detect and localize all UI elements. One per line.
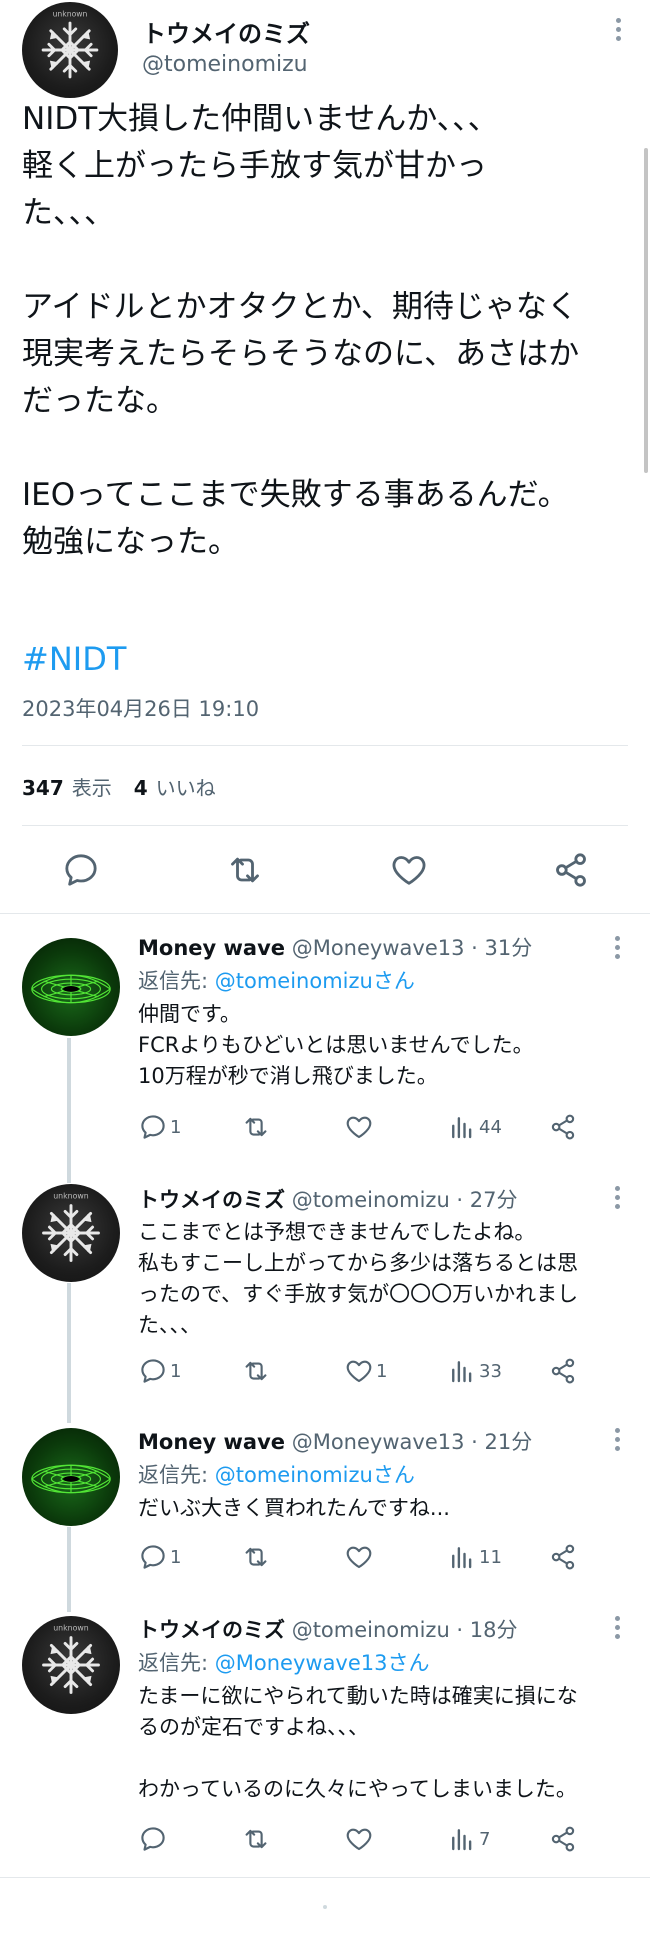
retweet-icon xyxy=(241,1356,271,1386)
heart-icon xyxy=(344,1824,374,1854)
reply-to-link[interactable]: @tomeinomizuさん xyxy=(215,1463,415,1487)
divider xyxy=(0,913,650,914)
heart-icon xyxy=(344,1356,374,1386)
retweet-button[interactable] xyxy=(241,1355,273,1387)
divider xyxy=(0,1877,650,1878)
reply-meta: @tomeinomizu · 27分 xyxy=(291,1188,518,1212)
share-button[interactable] xyxy=(548,1541,578,1573)
reply-avatar[interactable] xyxy=(22,1184,120,1282)
reply-text: だいぶ大きく買われたんですね... xyxy=(138,1496,450,1520)
view-count: 33 xyxy=(479,1360,502,1382)
retweet-icon xyxy=(241,1112,271,1142)
reply-author-name[interactable]: トウメイのミズ xyxy=(138,1188,285,1212)
reply-avatar[interactable] xyxy=(22,1428,120,1526)
reply-to-label: 返信先: xyxy=(138,1651,215,1675)
share-icon xyxy=(548,1542,578,1572)
heart-icon xyxy=(344,1542,374,1572)
reply-meta: @Moneywave13 · 31分 xyxy=(291,936,533,960)
author-avatar[interactable] xyxy=(22,2,118,98)
reply-icon[interactable] xyxy=(61,850,101,890)
views-icon xyxy=(447,1542,477,1572)
reply-count: 1 xyxy=(170,1116,182,1138)
share-button[interactable] xyxy=(548,1823,578,1855)
heart-icon[interactable] xyxy=(389,850,429,890)
likes-label[interactable]: いいね xyxy=(156,776,216,800)
view-count: 11 xyxy=(479,1546,502,1568)
reply-author-name[interactable]: Money wave xyxy=(138,936,285,960)
author-name[interactable]: トウメイのミズ xyxy=(142,14,310,49)
reply-count: 1 xyxy=(170,1546,182,1568)
reply-icon xyxy=(138,1112,168,1142)
reply-button[interactable] xyxy=(138,1823,170,1855)
share-icon xyxy=(548,1356,578,1386)
reply-author-name[interactable]: Money wave xyxy=(138,1430,285,1454)
reply-count: 1 xyxy=(170,1360,182,1382)
thread-connector xyxy=(67,1527,71,1612)
like-button[interactable] xyxy=(344,1111,376,1143)
reply-meta: @Moneywave13 · 21分 xyxy=(291,1430,533,1454)
retweet-icon xyxy=(241,1542,271,1572)
retweet-icon[interactable] xyxy=(225,850,265,890)
views-label[interactable]: 表示 xyxy=(72,776,112,800)
views-icon xyxy=(447,1824,477,1854)
views-button[interactable]: 33 xyxy=(447,1355,502,1387)
reply-to-link[interactable]: @tomeinomizuさん xyxy=(215,969,415,993)
reply-text: ここまでとは予想できませんでしたよね。 私もすこーし上がってから多少は落ちるとは… xyxy=(138,1220,579,1337)
author-handle[interactable]: @tomeinomizu xyxy=(142,52,308,77)
like-button[interactable] xyxy=(344,1541,376,1573)
loading-indicator xyxy=(323,1905,327,1909)
reply-to-link[interactable]: @Moneywave13さん xyxy=(215,1651,430,1675)
like-button[interactable]: 1 xyxy=(344,1355,387,1387)
reply-button[interactable]: 1 xyxy=(138,1541,181,1573)
views-button[interactable]: 44 xyxy=(447,1111,502,1143)
views-icon xyxy=(447,1112,477,1142)
retweet-button[interactable] xyxy=(241,1541,273,1573)
divider xyxy=(22,825,628,826)
more-icon[interactable] xyxy=(614,18,622,45)
retweet-button[interactable] xyxy=(241,1823,273,1855)
more-icon[interactable] xyxy=(613,1428,621,1455)
more-icon[interactable] xyxy=(613,1186,621,1213)
share-button[interactable] xyxy=(548,1111,578,1143)
reply-icon xyxy=(138,1542,168,1572)
reply-icon xyxy=(138,1824,168,1854)
reply-icon xyxy=(138,1356,168,1386)
views-button[interactable]: 11 xyxy=(447,1541,502,1573)
reply-to-label: 返信先: xyxy=(138,1463,215,1487)
views-count[interactable]: 347 xyxy=(22,776,64,800)
reply-button[interactable]: 1 xyxy=(138,1355,181,1387)
retweet-button[interactable] xyxy=(241,1111,273,1143)
like-button[interactable] xyxy=(344,1823,376,1855)
scrollbar[interactable] xyxy=(644,148,648,473)
reply-author-name[interactable]: トウメイのミズ xyxy=(138,1618,285,1642)
views-button[interactable]: 7 xyxy=(447,1823,490,1855)
likes-count[interactable]: 4 xyxy=(134,776,148,800)
tweet-datetime[interactable]: 2023年04月26日 19:10 xyxy=(22,693,259,723)
hashtag-link[interactable]: #NIDT xyxy=(22,640,126,678)
share-icon xyxy=(548,1824,578,1854)
heart-icon xyxy=(344,1112,374,1142)
tweet-text: NIDT大損した仲間いませんか、、、 軽く上がったら手放す気が甘かっ た、、、 … xyxy=(22,101,580,560)
view-count: 7 xyxy=(479,1828,491,1850)
reply-text: 仲間です。 FCRよりもひどいとは思いませんでした。 10万程が秒で消し飛びまし… xyxy=(138,1002,534,1088)
like-count: 1 xyxy=(376,1360,388,1382)
reply-avatar[interactable] xyxy=(22,938,120,1036)
reply-text: たまーに欲にやられて動いた時は確実に損にな るのが定石ですよね、、、 わかってい… xyxy=(138,1684,578,1801)
more-icon[interactable] xyxy=(613,936,621,963)
views-icon xyxy=(447,1356,477,1386)
view-count: 44 xyxy=(479,1116,502,1138)
reply-meta: @tomeinomizu · 18分 xyxy=(291,1618,518,1642)
tweet-stats: 347 表示 4 いいね xyxy=(22,772,216,801)
reply-button[interactable]: 1 xyxy=(138,1111,181,1143)
reply-avatar[interactable] xyxy=(22,1616,120,1714)
share-icon[interactable] xyxy=(551,850,591,890)
share-icon xyxy=(548,1112,578,1142)
reply-to-label: 返信先: xyxy=(138,969,215,993)
thread-connector xyxy=(67,1038,71,1183)
retweet-icon xyxy=(241,1824,271,1854)
more-icon[interactable] xyxy=(613,1616,621,1643)
divider xyxy=(22,745,628,746)
thread-connector xyxy=(67,1283,71,1423)
share-button[interactable] xyxy=(548,1355,578,1387)
